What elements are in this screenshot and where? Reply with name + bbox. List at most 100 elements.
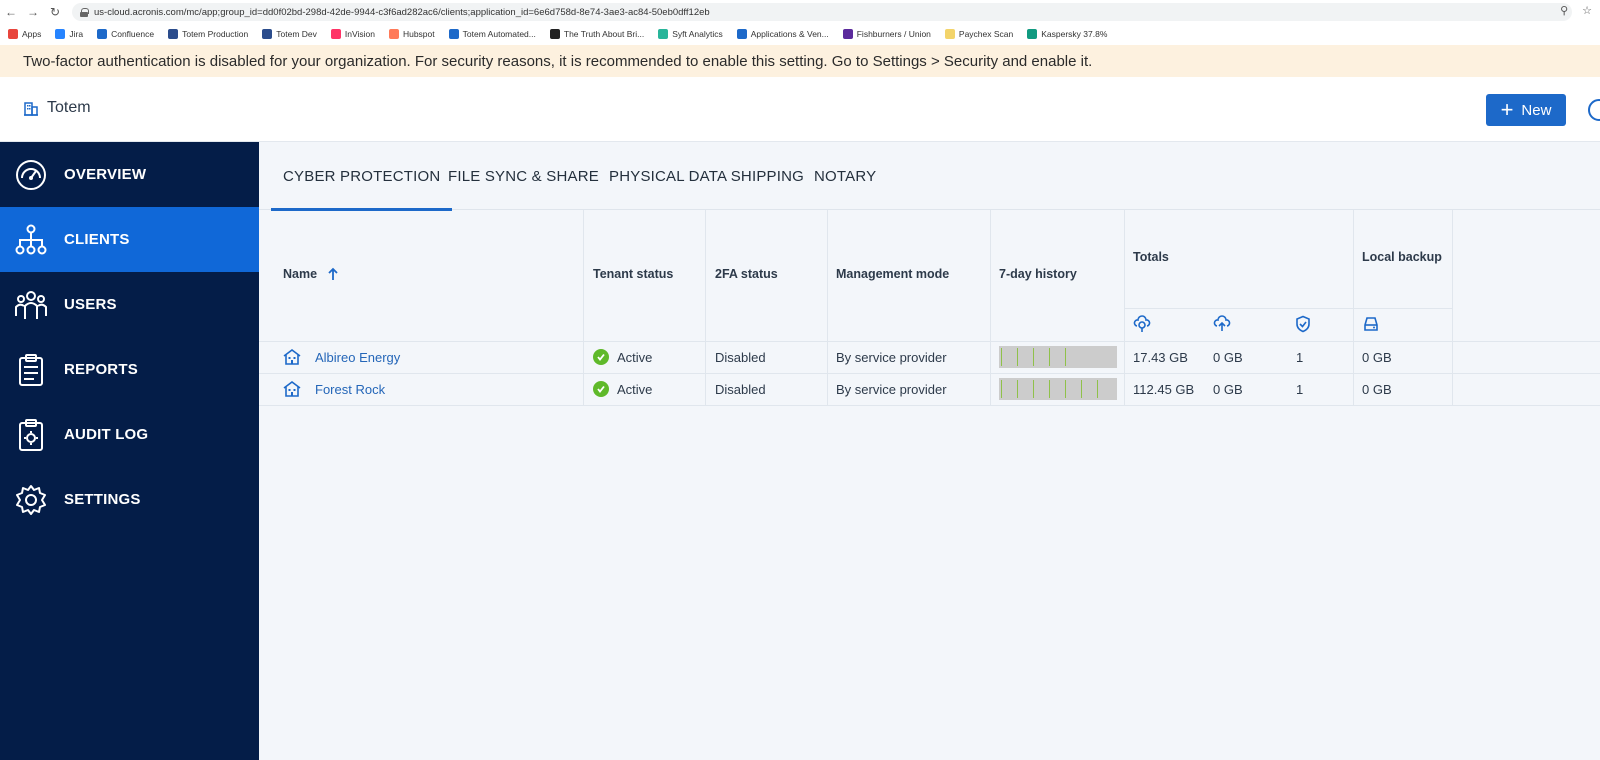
bookmark-item[interactable]: Totem Automated...	[448, 29, 536, 39]
address-bar[interactable]: us-cloud.acronis.com/mc/app;group_id=dd0…	[72, 3, 1572, 21]
new-button-label: New	[1521, 101, 1552, 119]
total-protected-cell: 1	[1296, 349, 1304, 365]
column-header-name[interactable]: Name	[283, 267, 339, 281]
bookmark-favicon-icon	[842, 29, 853, 39]
client-building-icon	[283, 381, 301, 397]
bookmark-item[interactable]: Totem Production	[168, 29, 248, 39]
management-mode-cell: By service provider	[836, 381, 947, 397]
sidebar-item-label: CLIENTS	[64, 231, 130, 248]
bookmark-item[interactable]: Totem Dev	[262, 29, 317, 39]
bookmark-label: Apps	[22, 29, 42, 39]
sidebar-item-label: USERS	[64, 296, 117, 313]
bookmark-item[interactable]: Kaspersky 37.8%	[1027, 29, 1107, 39]
tenant-status-text: Active	[617, 349, 653, 365]
bookmark-label: The Truth About Bri...	[563, 29, 645, 39]
bookmark-item[interactable]: Applications & Ven...	[736, 29, 829, 39]
org-selector[interactable]: Totem	[23, 99, 91, 117]
bookmark-item[interactable]: Syft Analytics	[658, 29, 723, 39]
tab-cyber-protection[interactable]: CYBER PROTECTION	[270, 142, 453, 211]
bookmark-item[interactable]: Fishburners / Union	[842, 29, 931, 39]
local-backup-cell: 0 GB	[1362, 349, 1392, 365]
bookmark-item[interactable]: InVision	[330, 29, 375, 39]
sidebar-item-label: SETTINGS	[64, 491, 141, 508]
2fa-warning-banner: Two-factor authentication is disabled fo…	[0, 45, 1600, 77]
clipboard-icon	[14, 353, 48, 387]
shield-check-icon	[1296, 315, 1310, 333]
bookmark-item[interactable]: The Truth About Bri...	[549, 29, 645, 39]
cloud-upload-icon	[1213, 315, 1231, 331]
check-circle-icon	[593, 349, 609, 365]
sidebar-item-label: AUDIT LOG	[64, 426, 149, 443]
zoom-icon[interactable]: ⚲	[1560, 4, 1568, 17]
column-header-7-day-history: 7-day history	[999, 267, 1077, 281]
bookmark-item[interactable]: Confluence	[97, 29, 154, 39]
sidebar-item-reports[interactable]: REPORTS	[0, 337, 259, 402]
sidebar-item-settings[interactable]: SETTINGS	[0, 467, 259, 532]
client-name[interactable]: Forest Rock	[315, 382, 385, 397]
search-icon[interactable]	[1588, 99, 1600, 121]
bookmark-favicon-icon	[944, 29, 955, 39]
sort-ascending-icon	[328, 267, 338, 280]
sidebar-item-label: OVERVIEW	[64, 166, 147, 183]
forward-arrow-icon[interactable]: →	[22, 0, 44, 24]
bookmark-label: Fishburners / Union	[856, 29, 931, 39]
gauge-icon	[14, 158, 48, 192]
bookmark-label: Jira	[69, 29, 84, 39]
audit-icon	[14, 418, 48, 452]
reload-icon[interactable]: ↻	[44, 0, 66, 24]
bookmarks-bar: Apps Jira Confluence Totem Production Totem …	[0, 24, 1600, 44]
tenant-status-text: Active	[617, 381, 653, 397]
bookmark-label: Totem Production	[182, 29, 249, 39]
tab-physical-data-shipping[interactable]: PHYSICAL DATA SHIPPING	[609, 142, 804, 210]
total-cloud-cell: 112.45 GB	[1133, 381, 1195, 397]
column-header-tenant-status[interactable]: Tenant status	[593, 267, 673, 281]
new-button[interactable]: + New	[1486, 94, 1566, 126]
top-header: Totem + New	[0, 77, 1600, 142]
bookmark-item[interactable]: Jira	[55, 29, 83, 39]
sidebar-item-clients[interactable]: CLIENTS	[0, 207, 259, 272]
column-header-label: Name	[283, 267, 318, 281]
tab-label: NOTARY	[814, 167, 877, 185]
banner-text: Two-factor authentication is disabled fo…	[23, 52, 1093, 70]
local-backup-cell: 0 GB	[1362, 381, 1392, 397]
bookmark-favicon-icon	[736, 29, 747, 39]
browser-url-bar: ← → ↻ us-cloud.acronis.com/mc/app;group_…	[0, 0, 1600, 24]
tenant-status-cell: Active	[593, 341, 652, 373]
bookmark-label: InVision	[344, 29, 375, 39]
org-name: Totem	[47, 99, 91, 116]
bookmark-star-icon[interactable]: ☆	[1582, 4, 1592, 17]
sidebar-item-overview[interactable]: OVERVIEW	[0, 142, 259, 207]
bookmark-favicon-icon	[97, 29, 108, 39]
total-protected-cell: 1	[1296, 381, 1304, 397]
bookmark-favicon-icon	[168, 29, 179, 39]
hard-drive-icon	[1364, 317, 1378, 331]
back-arrow-icon[interactable]: ←	[0, 0, 22, 24]
client-name-cell[interactable]: Albireo Energy	[283, 341, 400, 373]
building-icon	[24, 102, 38, 116]
tab-label: FILE SYNC & SHARE	[448, 167, 599, 185]
tenant-status-cell: Active	[593, 373, 652, 405]
sidebar-item-label: REPORTS	[64, 361, 138, 378]
bookmark-label: Totem Dev	[276, 29, 317, 39]
client-name[interactable]: Albireo Energy	[315, 350, 400, 365]
lock-icon	[80, 7, 89, 17]
column-header-2fa-status[interactable]: 2FA status	[715, 267, 778, 281]
bookmark-favicon-icon	[1027, 29, 1038, 39]
sidebar: OVERVIEW CLIENTS USERS REPORTS AUDIT LOG…	[0, 142, 259, 760]
bookmark-label: Confluence	[111, 29, 155, 39]
sidebar-item-users[interactable]: USERS	[0, 272, 259, 337]
bookmark-item[interactable]: Hubspot	[388, 29, 435, 39]
check-circle-icon	[593, 381, 609, 397]
users-icon	[14, 288, 48, 322]
client-name-cell[interactable]: Forest Rock	[283, 373, 385, 405]
bookmark-label: Totem Automated...	[462, 29, 536, 39]
bookmark-favicon-icon	[8, 29, 18, 39]
sidebar-item-audit-log[interactable]: AUDIT LOG	[0, 402, 259, 467]
bookmark-item[interactable]: Paychex Scan	[944, 29, 1013, 39]
tab-notary[interactable]: NOTARY	[814, 142, 876, 210]
bookmark-item[interactable]: Apps	[8, 29, 41, 39]
bookmark-label: Applications & Ven...	[750, 29, 829, 39]
tab-file-sync-share[interactable]: FILE SYNC & SHARE	[448, 142, 599, 210]
history-bar	[999, 346, 1117, 368]
column-header-management-mode[interactable]: Management mode	[836, 267, 949, 281]
